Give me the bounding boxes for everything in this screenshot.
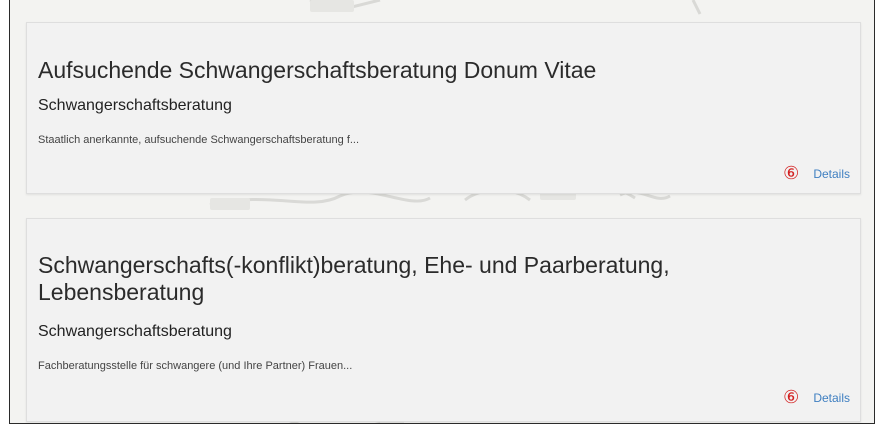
step-number-marker: ⑥ (783, 387, 800, 408)
details-row: ⑥ Details (783, 164, 850, 184)
step-number-marker: ⑥ (783, 163, 800, 184)
details-link[interactable]: Details (813, 166, 850, 182)
result-title[interactable]: Schwangerschafts(-konflikt)beratung, Ehe… (38, 252, 836, 306)
details-row: ⑥ Details (783, 388, 850, 408)
result-card[interactable]: Schwangerschafts(-konflikt)beratung, Ehe… (26, 218, 861, 422)
details-link[interactable]: Details (813, 390, 850, 406)
results-panel: Aufsuchende Schwangerschaftsberatung Don… (9, 0, 875, 424)
result-card[interactable]: Aufsuchende Schwangerschaftsberatung Don… (26, 22, 861, 194)
result-category: Schwangerschaftsberatung (38, 323, 232, 340)
result-description: Fachberatungsstelle für schwangere (und … (38, 360, 353, 372)
result-title[interactable]: Aufsuchende Schwangerschaftsberatung Don… (38, 57, 836, 84)
result-description: Staatlich anerkannte, aufsuchende Schwan… (38, 134, 360, 146)
result-category: Schwangerschaftsberatung (38, 97, 232, 114)
